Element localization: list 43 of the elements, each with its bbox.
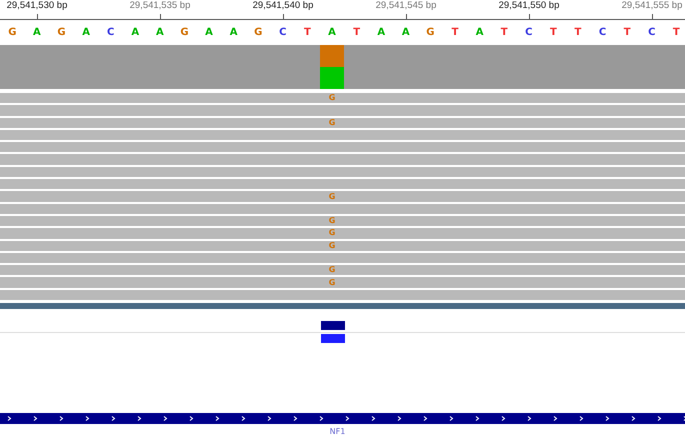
reference-base: T [574, 26, 582, 38]
reference-base: C [598, 26, 608, 38]
reference-base: T [303, 26, 312, 38]
reference-base: A [327, 26, 337, 38]
reference-base: G [7, 26, 18, 38]
position-label: 29,541,545 bp [376, 0, 436, 12]
reference-base: A [154, 26, 165, 38]
gene-label: NF1 [330, 427, 346, 436]
reference-base: A [400, 26, 411, 38]
reference-base: A [376, 26, 386, 38]
reference-base: C [647, 26, 656, 38]
mismatch-base: G [328, 278, 336, 288]
reference-base: G [56, 26, 67, 38]
mismatch-base: G [328, 265, 336, 276]
position-label: 29,541,530 bp [6, 0, 68, 12]
reference-base: A [204, 26, 214, 38]
reference-base: T [622, 26, 632, 38]
position-label: 29,541,550 bp [498, 0, 560, 12]
reference-base: G [425, 26, 436, 38]
reference-base: C [106, 26, 116, 38]
position-label: 29,541,555 bp [622, 0, 682, 12]
reference-base: T [352, 26, 362, 38]
mismatch-base: G [328, 228, 336, 238]
reference-base: T [500, 26, 509, 38]
reference-base: A [130, 26, 140, 38]
mismatch-base: G [328, 93, 336, 104]
reference-base: A [81, 26, 91, 38]
reference-base: T [450, 26, 460, 38]
mismatch-base: G [328, 240, 336, 251]
position-label: 29,541,535 bp [130, 0, 190, 12]
mismatch-base: G [328, 118, 336, 128]
reference-base: C [524, 26, 534, 38]
mismatch-base: G [328, 192, 336, 202]
reference-base: G [179, 26, 190, 38]
reference-base: A [228, 26, 239, 38]
mismatch-base: G [328, 216, 336, 226]
reference-base: T [548, 26, 558, 38]
reference-base: A [32, 26, 42, 38]
reference-base: A [474, 26, 484, 38]
reference-base: C [278, 26, 288, 38]
position-label: 29,541,540 bp [252, 0, 314, 12]
reference-base: G [253, 26, 264, 38]
reference-base: T [672, 26, 681, 38]
